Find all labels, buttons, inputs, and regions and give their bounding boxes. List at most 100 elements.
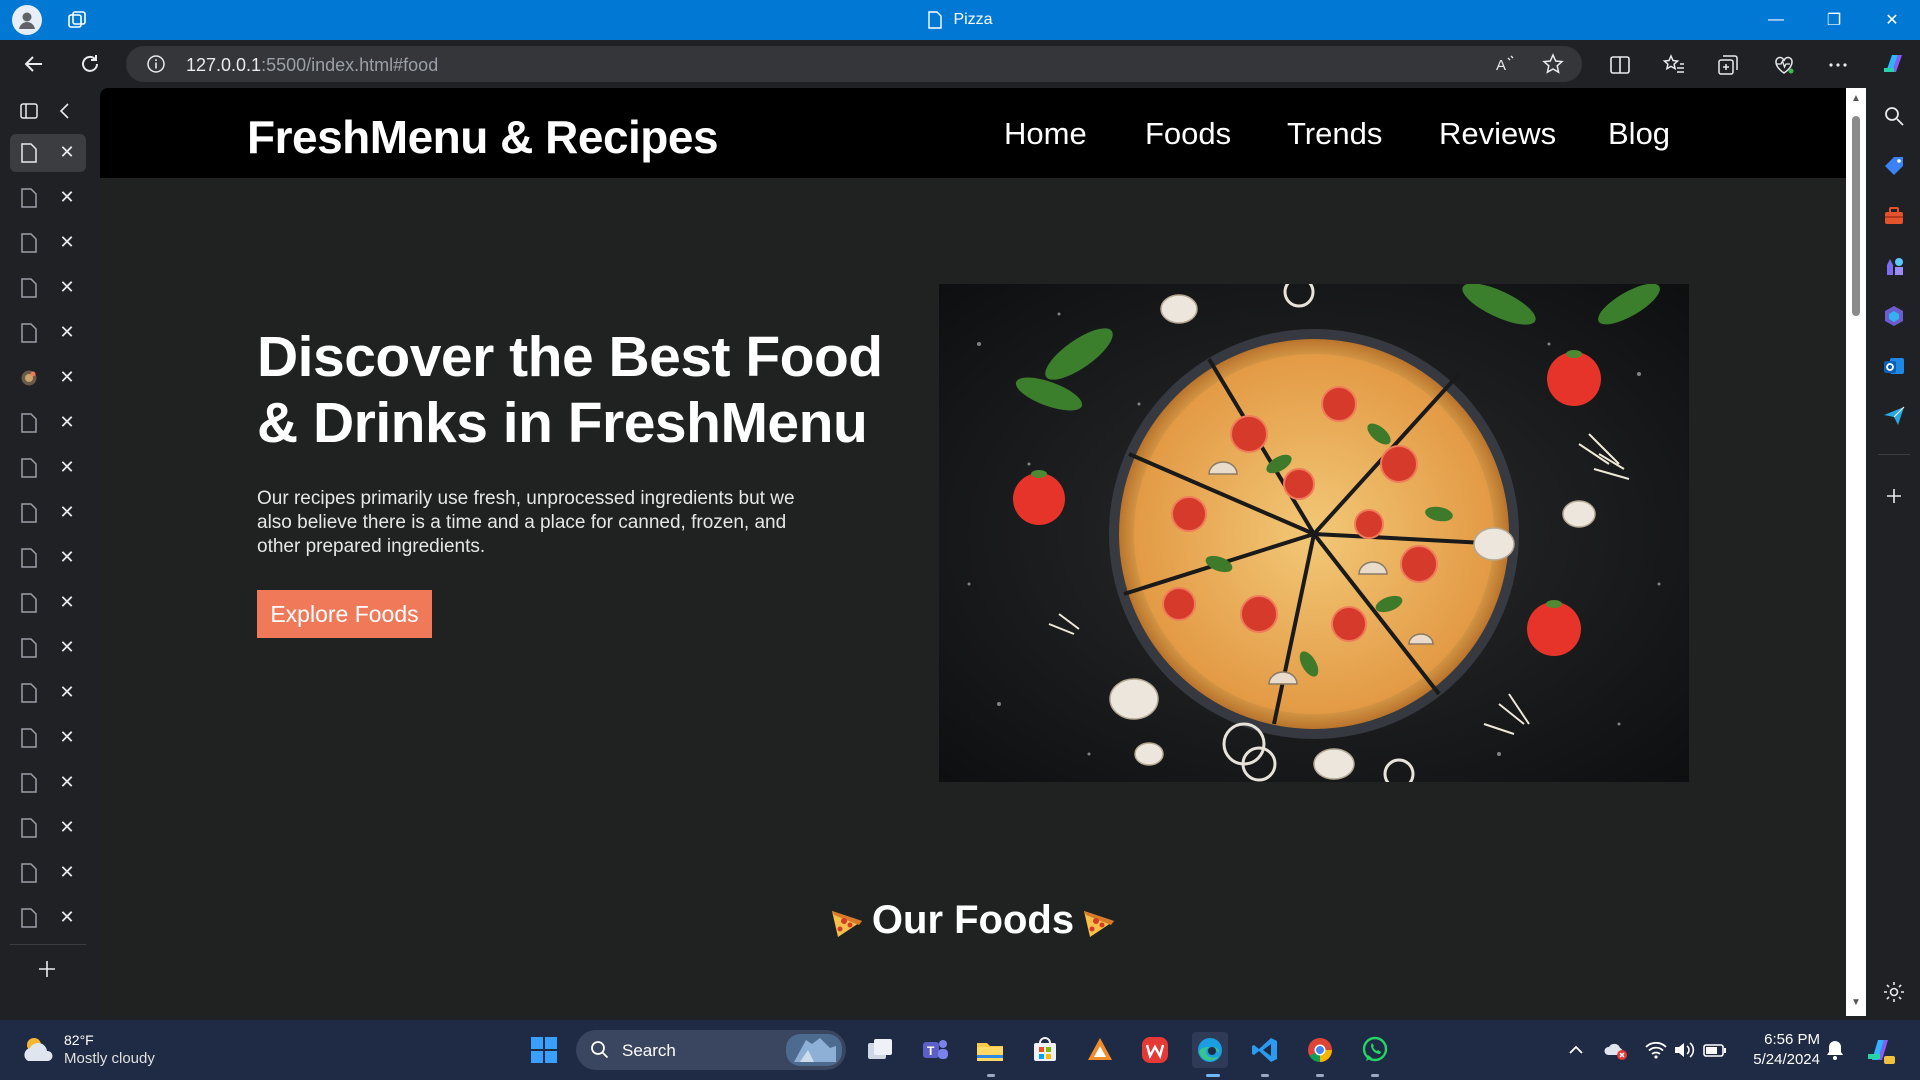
tab-item[interactable]: ✕ (10, 314, 86, 352)
nav-foods[interactable]: Foods (1145, 116, 1231, 152)
settings-gear-icon[interactable] (1882, 980, 1906, 1004)
weather-widget[interactable]: 82°F Mostly cloudy (20, 1030, 180, 1070)
page-icon (21, 683, 37, 703)
pizza-slice-icon (1084, 911, 1115, 938)
tab-item[interactable]: ✕ (10, 359, 86, 397)
split-screen-icon[interactable] (1608, 53, 1632, 77)
add-sidebar-app-icon[interactable] (1882, 484, 1906, 508)
close-tab-icon[interactable]: ✕ (56, 636, 78, 658)
wps-office-icon[interactable] (1137, 1032, 1173, 1068)
page-scrollbar[interactable]: ▲ ▼ (1846, 88, 1866, 1016)
collections-icon[interactable] (1716, 53, 1740, 77)
close-tab-icon[interactable]: ✕ (56, 546, 78, 568)
nav-trends[interactable]: Trends (1287, 116, 1382, 152)
microsoft-store-icon[interactable] (1027, 1032, 1063, 1068)
teams-icon[interactable]: T (917, 1032, 953, 1068)
close-tab-icon[interactable]: ✕ (56, 501, 78, 523)
site-logo[interactable]: FreshMenu & Recipes (247, 110, 719, 164)
chrome-icon[interactable] (1302, 1032, 1338, 1068)
close-tab-icon[interactable]: ✕ (56, 906, 78, 928)
tab-item[interactable]: ✕ (10, 629, 86, 667)
file-explorer-icon[interactable] (972, 1032, 1008, 1068)
taskbar-search[interactable]: Search (576, 1030, 846, 1070)
tab-item[interactable]: ✕ (10, 809, 86, 847)
copilot-taskbar-icon[interactable] (1864, 1034, 1896, 1066)
close-tab-icon[interactable]: ✕ (56, 276, 78, 298)
outlook-icon[interactable] (1882, 354, 1906, 378)
collapse-pane-icon[interactable] (56, 100, 74, 122)
browser-essentials-icon[interactable] (1772, 53, 1796, 77)
address-bar[interactable]: 127.0.0.1:5500/index.html#food A (126, 46, 1582, 82)
battery-icon[interactable] (1702, 1038, 1728, 1062)
read-aloud-icon[interactable]: A (1494, 53, 1516, 75)
explore-foods-button[interactable]: Explore Foods (257, 590, 432, 638)
system-clock[interactable]: 6:56 PM 5/24/2024 (1740, 1030, 1820, 1070)
tab-item[interactable]: ✕ (10, 674, 86, 712)
tab-item[interactable]: ✕ (10, 719, 86, 757)
tab-item[interactable]: ✕ (10, 764, 86, 802)
tab-actions-icon[interactable] (18, 100, 40, 122)
close-window-button[interactable]: ✕ (1864, 0, 1920, 40)
copilot-sidebar-icon[interactable] (1882, 304, 1906, 328)
close-tab-icon[interactable]: ✕ (56, 411, 78, 433)
tab-item[interactable]: ✕ (10, 449, 86, 487)
nav-reviews[interactable]: Reviews (1439, 116, 1556, 152)
restore-button[interactable]: ❐ (1806, 0, 1862, 40)
shopping-tag-icon[interactable] (1882, 154, 1906, 178)
url-text[interactable]: 127.0.0.1:5500/index.html#food (186, 55, 438, 76)
close-tab-icon[interactable]: ✕ (56, 456, 78, 478)
running-indicator (987, 1074, 995, 1077)
copilot-icon[interactable] (1880, 50, 1908, 78)
tab-item[interactable]: ✕ (10, 584, 86, 622)
close-tab-icon[interactable]: ✕ (56, 681, 78, 703)
wifi-icon[interactable] (1644, 1038, 1668, 1062)
refresh-button[interactable] (74, 48, 106, 80)
start-button[interactable] (526, 1032, 562, 1068)
close-tab-icon[interactable]: ✕ (56, 366, 78, 388)
tab-item[interactable]: ✕ (10, 899, 86, 937)
tab-pizza[interactable]: ✕ (10, 134, 86, 172)
more-menu-icon[interactable] (1826, 53, 1850, 77)
volume-icon[interactable] (1672, 1038, 1696, 1062)
tools-icon[interactable] (1882, 204, 1906, 228)
tab-item[interactable]: ✕ (10, 224, 86, 262)
new-tab-plus-icon[interactable] (36, 958, 58, 980)
scrollbar-thumb[interactable] (1852, 116, 1860, 316)
close-tab-icon[interactable]: ✕ (56, 591, 78, 613)
notification-bell-icon[interactable] (1824, 1038, 1846, 1062)
close-tab-icon[interactable]: ✕ (56, 861, 78, 883)
tab-item[interactable]: ✕ (10, 179, 86, 217)
search-icon[interactable] (1882, 104, 1906, 128)
close-tab-icon[interactable]: ✕ (56, 726, 78, 748)
scroll-up-arrow-icon[interactable]: ▲ (1850, 94, 1862, 104)
nav-home[interactable]: Home (1004, 116, 1087, 152)
tab-item[interactable]: ✕ (10, 269, 86, 307)
close-tab-icon[interactable]: ✕ (56, 141, 78, 163)
minimize-button[interactable]: — (1748, 0, 1804, 40)
send-icon[interactable] (1882, 404, 1906, 428)
pizza-slice-icon (831, 911, 862, 938)
close-tab-icon[interactable]: ✕ (56, 186, 78, 208)
task-view-icon[interactable] (862, 1032, 898, 1068)
tab-item[interactable]: ✕ (10, 404, 86, 442)
scroll-down-arrow-icon[interactable]: ▼ (1850, 998, 1862, 1008)
onedrive-error-icon[interactable] (1604, 1038, 1628, 1062)
nav-blog[interactable]: Blog (1608, 116, 1670, 152)
close-tab-icon[interactable]: ✕ (56, 816, 78, 838)
vscode-icon[interactable] (1247, 1032, 1283, 1068)
favorites-icon[interactable] (1662, 53, 1686, 77)
office-app-icon[interactable] (1082, 1032, 1118, 1068)
site-info-icon[interactable] (146, 54, 166, 74)
tab-item[interactable]: ✕ (10, 539, 86, 577)
back-button[interactable] (18, 48, 50, 80)
close-tab-icon[interactable]: ✕ (56, 231, 78, 253)
tab-item[interactable]: ✕ (10, 854, 86, 892)
games-icon[interactable] (1882, 254, 1906, 278)
favorite-star-icon[interactable] (1542, 53, 1564, 75)
close-tab-icon[interactable]: ✕ (56, 321, 78, 343)
show-hidden-icons-chevron-icon[interactable] (1566, 1040, 1586, 1060)
close-tab-icon[interactable]: ✕ (56, 771, 78, 793)
whatsapp-icon[interactable] (1357, 1032, 1393, 1068)
tab-item[interactable]: ✕ (10, 494, 86, 532)
edge-browser-icon[interactable] (1192, 1032, 1228, 1068)
